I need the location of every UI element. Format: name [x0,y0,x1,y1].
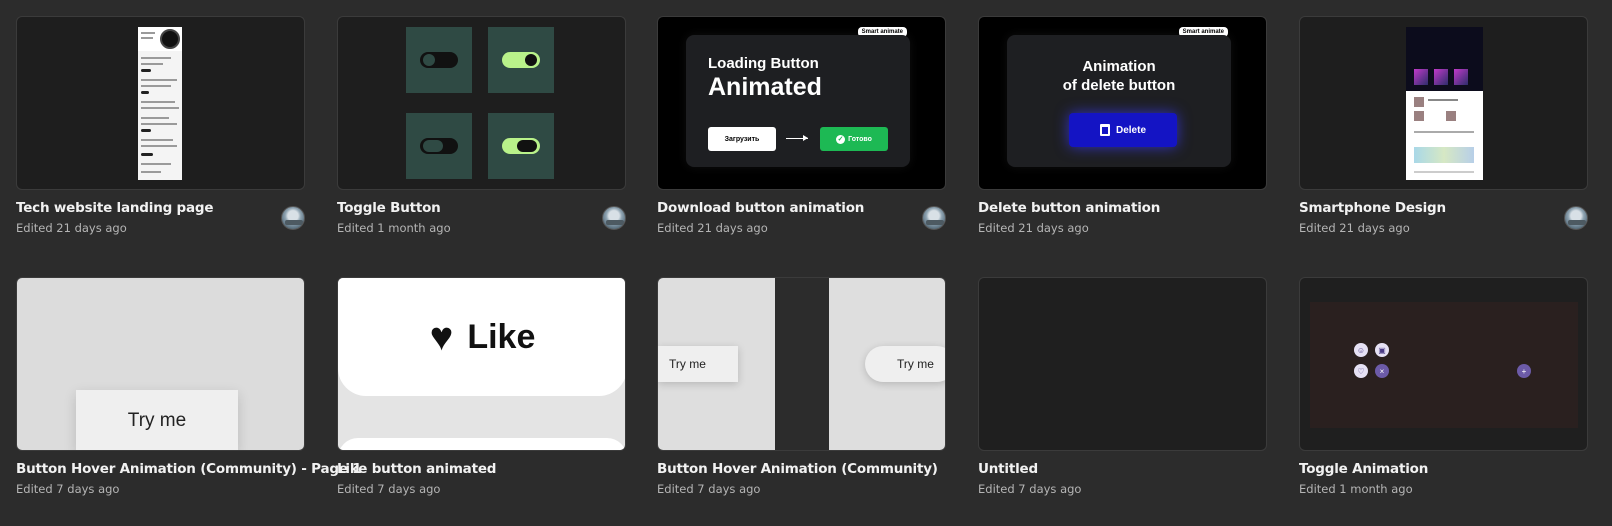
toggle-preview-transition [406,113,472,179]
arrow-right-icon [786,135,808,141]
file-thumbnail [978,277,1267,451]
phone-preview [1406,27,1483,180]
file-card-button-hover[interactable]: Try me Try me Button Hover Animation (Co… [657,277,946,517]
avatar [922,206,946,230]
preview-try-me-button: Try me [76,390,238,450]
file-thumbnail: Try me [16,277,305,451]
file-card-download-button[interactable]: Smart animate Loading Button Animated За… [657,16,946,256]
file-title: Delete button animation [978,200,1161,216]
preview-heading-large: Animated [708,73,822,101]
file-title: Like button animated [337,461,497,477]
preview-done-button: ✓ Готово [820,127,888,151]
preview-like-card: ♥ Like [338,278,625,396]
file-card-toggle-animation[interactable]: ☺ ▣ ♡ × + Toggle Animation Edited 1 mont… [1299,277,1588,517]
preview-try-me-button-left: Try me [658,346,738,382]
toggle-preview-on [488,27,554,93]
file-card-button-hover-page1[interactable]: Try me Button Hover Animation (Community… [16,277,362,517]
file-edited-time: Edited 21 days ago [1299,221,1410,235]
preview-try-me-button-right: Try me [865,346,945,382]
landing-page-preview [138,27,182,180]
preview-like-label: Like [467,317,536,356]
file-card-smartphone-design[interactable]: Smartphone Design Edited 21 days ago [1299,16,1588,256]
file-edited-time: Edited 21 days ago [657,221,768,235]
file-title: Smartphone Design [1299,200,1446,216]
file-edited-time: Edited 7 days ago [657,482,761,496]
heart-icon: ♥ [429,315,454,359]
file-card-like-button[interactable]: ♥ Like Like button animated Edited 7 day… [337,277,626,517]
plus-icon: + [1517,364,1531,378]
file-edited-time: Edited 7 days ago [978,482,1082,496]
preview-panel: Animation of delete button Delete [1007,35,1231,167]
preview-heading-line2: of delete button [1062,77,1176,94]
trash-icon [1099,124,1110,136]
file-edited-time: Edited 1 month ago [1299,482,1413,496]
file-thumbnail [16,16,305,190]
file-thumbnail: Smart animate Animation of delete button… [978,16,1267,190]
preview-heading-line1: Animation [1082,58,1156,75]
preview-delete-button: Delete [1069,113,1177,147]
file-title: Button Hover Animation (Community) - Pag… [16,461,362,477]
preview-done-label: Готово [848,135,872,143]
toggle-preview-off [406,27,472,93]
file-card-tech-website[interactable]: Tech website landing page Edited 21 days… [16,16,305,256]
file-thumbnail [1299,16,1588,190]
avatar [281,206,305,230]
user-icon: ☺ [1354,343,1368,357]
file-card-toggle-button[interactable]: Toggle Button Edited 1 month ago [337,16,626,256]
preview-download-button: Загрузить [708,127,776,151]
preview-heading: Animation of delete button [1007,57,1231,95]
file-title: Tech website landing page [16,200,214,216]
file-card-delete-button[interactable]: Smart animate Animation of delete button… [978,16,1267,256]
preview-delete-label: Delete [1115,124,1146,136]
file-card-untitled[interactable]: Untitled Edited 7 days ago [978,277,1267,517]
file-title: Button Hover Animation (Community) [657,461,938,477]
file-edited-time: Edited 1 month ago [337,221,451,235]
file-title: Toggle Button [337,200,441,216]
preview-frame: ☺ ▣ ♡ × + [1310,302,1578,428]
file-thumbnail [337,16,626,190]
file-edited-time: Edited 7 days ago [337,482,441,496]
image-icon: ▣ [1375,343,1389,357]
file-edited-time: Edited 7 days ago [16,482,120,496]
avatar [602,206,626,230]
file-thumbnail: ☺ ▣ ♡ × + [1299,277,1588,451]
check-icon: ✓ [836,134,846,144]
file-thumbnail: Smart animate Loading Button Animated За… [657,16,946,190]
close-icon: × [1375,364,1389,378]
preview-heading: Loading Button [708,55,819,72]
file-title: Untitled [978,461,1038,477]
toggle-preview-transition-on [488,113,554,179]
file-edited-time: Edited 21 days ago [978,221,1089,235]
file-thumbnail: ♥ Like [337,277,626,451]
file-edited-time: Edited 21 days ago [16,221,127,235]
file-title: Toggle Animation [1299,461,1429,477]
heart-icon: ♡ [1354,364,1368,378]
avatar [1564,206,1588,230]
file-title: Download button animation [657,200,865,216]
file-thumbnail: Try me Try me [657,277,946,451]
preview-like-card-secondary [338,438,625,450]
preview-panel: Loading Button Animated Загрузить ✓ Гото… [686,35,910,167]
